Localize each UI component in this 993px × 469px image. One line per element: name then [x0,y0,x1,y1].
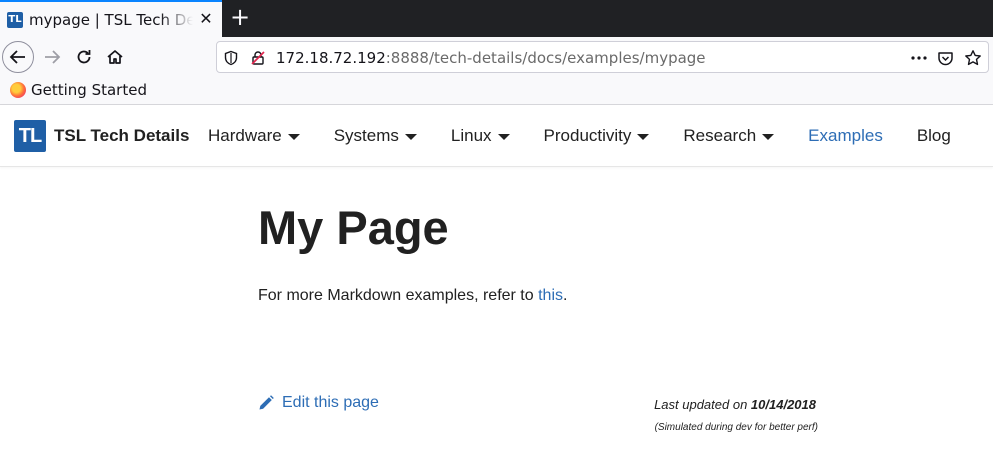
firefox-icon [10,82,26,98]
tab-strip: TL mypage | TSL Tech Details ✕ + [0,0,993,37]
menu-label: Systems [333,126,399,145]
back-button[interactable] [2,41,34,73]
tab-title: mypage | TSL Tech Details [29,10,193,29]
markdown-examples-link[interactable]: this [538,287,563,304]
menu-label: Examples [808,126,883,145]
menu-item-systems[interactable]: Systems [334,126,417,146]
menu-item-research[interactable]: Research [683,126,775,146]
menu-label: Hardware [208,126,282,145]
url-bar[interactable]: 172.18.72.192:8888/tech-details/docs/exa… [216,41,989,73]
navigation-toolbar: 172.18.72.192:8888/tech-details/docs/exa… [0,37,993,77]
site-brand[interactable]: TSL Tech Details [54,126,189,146]
back-arrow-icon [9,50,25,64]
menu-item-linux[interactable]: Linux [451,126,510,146]
tab-favicon: TL [7,11,23,28]
reload-icon [77,50,91,64]
page-title: My Page [258,201,449,254]
caret-down-icon [404,134,417,140]
caret-down-icon [497,134,510,140]
reload-button[interactable] [68,41,100,73]
url-text[interactable]: 172.18.72.192:8888/tech-details/docs/exa… [276,49,706,67]
home-button[interactable] [99,41,131,73]
menu-label: Blog [916,126,951,145]
menu-item-productivity[interactable]: Productivity [544,126,650,146]
url-path: :8888/tech-details/docs/examples/mypage [385,49,706,67]
insecure-lock-icon[interactable] [249,49,267,67]
menu-label: Research [683,126,757,145]
bookmark-star-icon[interactable] [964,49,982,67]
intro-text: For more Markdown examples, refer to [258,287,539,304]
last-updated: Last updated on 10/14/2018 [654,397,816,412]
bookmark-getting-started[interactable]: Getting Started [10,81,147,99]
main-menu: Hardware Systems Linux Productivity Rese… [208,126,985,146]
pencil-icon [259,395,274,410]
caret-down-icon [762,134,775,140]
shield-icon[interactable] [222,49,240,67]
url-host: 172.18.72.192 [276,49,386,67]
caret-down-icon [287,134,300,140]
menu-label: Linux [450,126,492,145]
edit-page-label: Edit this page [282,394,379,411]
pocket-icon[interactable] [936,49,954,67]
site-logo[interactable]: TL [14,120,46,152]
forward-button[interactable] [36,41,68,73]
site-header: TL TSL Tech Details Hardware Systems Lin… [0,105,993,167]
close-tab-icon[interactable]: ✕ [198,11,214,27]
caret-down-icon [637,134,650,140]
menu-item-hardware[interactable]: Hardware [208,126,300,146]
new-tab-button[interactable]: + [229,5,251,29]
intro-paragraph: For more Markdown examples, refer to thi… [258,287,567,305]
menu-item-examples[interactable]: Examples [808,126,883,146]
bookmarks-toolbar: Getting Started [0,77,993,105]
intro-suffix: . [563,287,568,304]
menu-item-blog[interactable]: Blog [917,126,951,146]
edit-page-link[interactable]: Edit this page [258,394,379,412]
menu-label: Productivity [543,126,632,145]
browser-tab-active[interactable]: TL mypage | TSL Tech Details ✕ [0,0,222,37]
last-updated-prefix: Last updated on [654,397,751,412]
last-updated-date: 10/14/2018 [750,397,816,412]
page-actions-icon[interactable] [910,49,928,67]
forward-arrow-icon [45,50,61,64]
bookmark-label: Getting Started [31,81,147,99]
home-icon [107,50,123,64]
simulated-note: (Simulated during dev for better perf) [654,422,818,433]
